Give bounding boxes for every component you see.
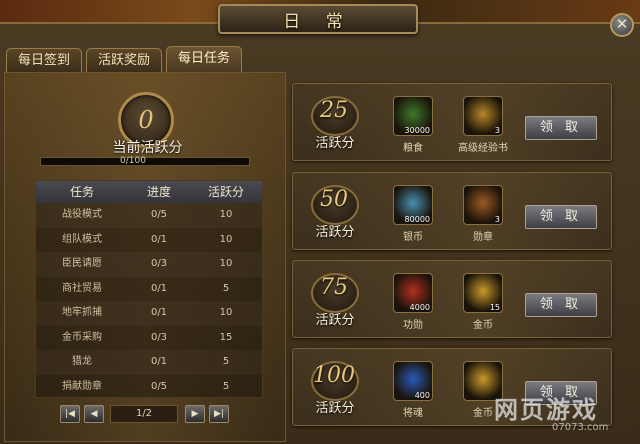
task-points-cell: 10 [219, 258, 233, 269]
header-task: 任务 [69, 185, 94, 199]
tab-activity-rewards[interactable]: 活跃奖励 [86, 48, 162, 72]
tab-daily-tasks[interactable]: 每日任务 [166, 46, 242, 72]
task-table: 任务 进度 活跃分 战役模式 0/5 10 组队模式 0/1 10 臣民请愿 0/3 10 商社贸… [35, 180, 263, 398]
item-name: 粮食 [403, 143, 423, 154]
silver-coin-icon[interactable]: 80000 [393, 185, 433, 225]
tier-points: 25 [320, 98, 348, 123]
task-name-cell: 商社贸易 [62, 282, 102, 294]
prev-page-button[interactable]: ◀ [84, 405, 104, 423]
activity-progress-text: 0/100 [120, 156, 146, 166]
soul-icon[interactable]: 400 [393, 361, 433, 401]
tier-label: 活跃分 [315, 225, 355, 240]
table-row: 战役模式 0/5 10 [36, 203, 262, 228]
tier-label: 活跃分 [315, 313, 355, 328]
item-quantity: 4000 [409, 303, 430, 312]
grain-icon[interactable]: 30000 [393, 96, 433, 136]
tier-points: 50 [320, 187, 348, 212]
item-quantity: 3 [494, 126, 500, 135]
task-progress-cell: 0/5 [150, 380, 168, 392]
reward-card: 50 活跃分 80000 银币 3 勋章 领 取 [292, 172, 612, 250]
page-indicator: 1/2 [110, 405, 178, 423]
task-progress-cell: 0/3 [150, 331, 168, 343]
item-name: 功勋 [403, 320, 423, 331]
item-name: 高级经验书 [458, 143, 508, 154]
item-quantity: 80000 [404, 215, 430, 224]
table-row: 猎龙 0/1 5 [36, 350, 262, 375]
gold-coin-icon[interactable]: 15 [463, 273, 503, 313]
item-quantity: 15 [489, 303, 500, 312]
task-progress-cell: 0/1 [150, 233, 168, 245]
close-button[interactable]: ✕ [610, 13, 634, 37]
table-row: 臣民请愿 0/3 10 [36, 252, 262, 277]
task-name-cell: 猎龙 [72, 356, 92, 367]
activity-score-label: 当前活跃分 [112, 140, 183, 156]
task-points-cell: 5 [222, 380, 230, 392]
table-row: 金币采购 0/3 15 [36, 326, 262, 351]
task-points-cell: 15 [219, 331, 233, 343]
task-progress-cell: 0/1 [150, 282, 168, 294]
tier-label: 活跃分 [315, 136, 355, 151]
task-name-cell: 臣民请愿 [62, 258, 102, 269]
table-row: 组队模式 0/1 10 [36, 228, 262, 253]
exp-book-icon[interactable]: 3 [463, 96, 503, 136]
header-points: 活跃分 [207, 185, 244, 199]
reward-card: 75 活跃分 4000 功勋 15 金币 领 取 [292, 260, 612, 338]
item-quantity: 400 [414, 391, 430, 400]
item-quantity: 30000 [404, 126, 430, 135]
task-name-cell: 捐献勋章 [62, 380, 102, 392]
item-name: 金币 [473, 320, 493, 331]
task-rows: 战役模式 0/5 10 组队模式 0/1 10 臣民请愿 0/3 10 商社贸易 0/1 5 地牢抓捕 0… [36, 203, 262, 399]
medal-icon[interactable]: 3 [463, 185, 503, 225]
claim-button[interactable]: 领 取 [525, 293, 597, 317]
item-name: 勋章 [473, 232, 493, 243]
task-name-cell: 战役模式 [62, 209, 102, 220]
task-progress-cell: 0/5 [150, 209, 168, 220]
task-points-cell: 10 [219, 233, 233, 245]
header-progress: 进度 [146, 185, 171, 199]
claim-button[interactable]: 领 取 [525, 205, 597, 229]
site-watermark-url: 07073.com [552, 422, 609, 433]
task-progress-cell: 0/1 [150, 356, 168, 367]
merit-icon[interactable]: 4000 [393, 273, 433, 313]
task-table-header: 任务 进度 活跃分 [36, 181, 262, 203]
first-page-button[interactable]: |◀ [60, 405, 80, 423]
task-points-cell: 5 [222, 282, 230, 294]
item-name: 将魂 [403, 408, 423, 419]
tier-points: 100 [313, 363, 355, 388]
tier-points: 75 [320, 275, 348, 300]
window-title: 日 常 [218, 4, 418, 34]
task-points-cell: 10 [219, 209, 233, 220]
task-points-cell: 10 [219, 307, 233, 318]
next-page-button[interactable]: ▶ [185, 405, 205, 423]
item-quantity: 3 [494, 215, 500, 224]
task-name-cell: 组队模式 [62, 233, 102, 245]
table-row: 地牢抓捕 0/1 10 [36, 301, 262, 326]
tab-daily-checkin[interactable]: 每日签到 [6, 48, 82, 72]
table-row: 商社贸易 0/1 5 [36, 277, 262, 302]
reward-card: 25 活跃分 30000 粮食 3 高级经验书 领 取 [292, 83, 612, 161]
tier-label: 活跃分 [315, 401, 355, 416]
task-name-cell: 金币采购 [62, 331, 102, 343]
item-name: 银币 [403, 232, 423, 243]
claim-button[interactable]: 领 取 [525, 116, 597, 140]
table-row: 捐献勋章 0/5 5 [36, 375, 262, 400]
last-page-button[interactable]: ▶| [209, 405, 229, 423]
task-points-cell: 5 [222, 356, 230, 367]
task-progress-cell: 0/1 [150, 307, 168, 318]
task-progress-cell: 0/3 [150, 258, 168, 269]
task-name-cell: 地牢抓捕 [62, 307, 102, 318]
